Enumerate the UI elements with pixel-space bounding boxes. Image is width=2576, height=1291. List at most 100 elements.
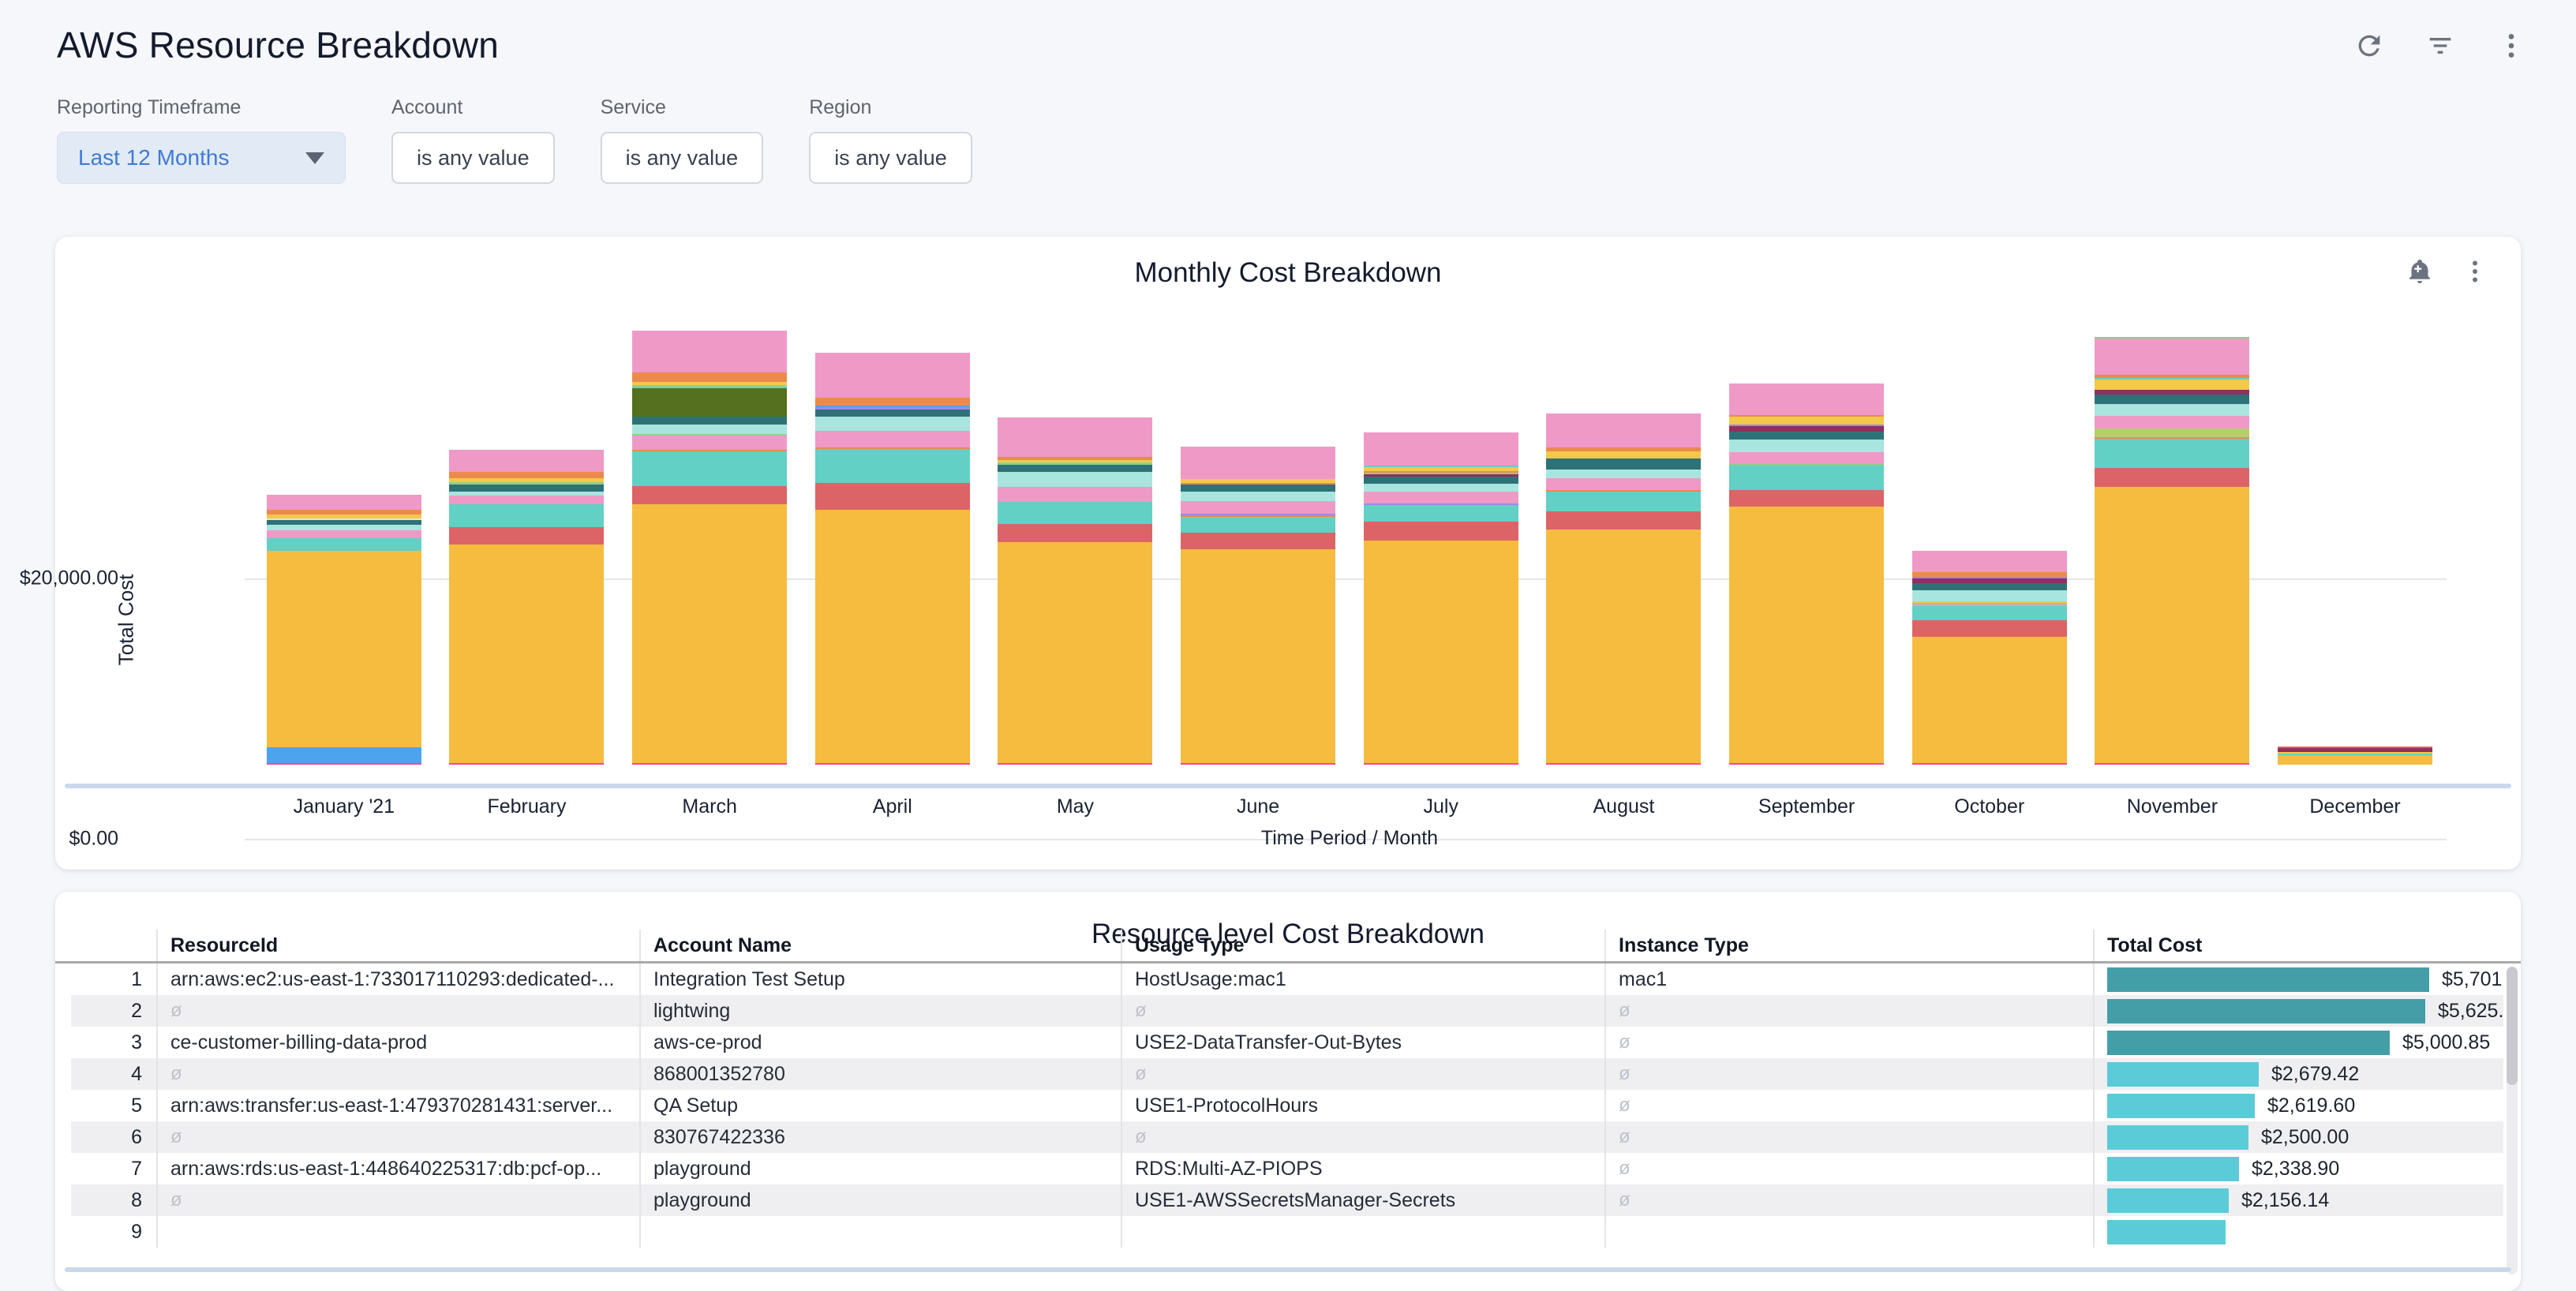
cell-account-name[interactable]: 868001352780	[639, 1058, 1121, 1090]
bar-segment[interactable]	[1729, 452, 1884, 464]
cell-row-number[interactable]: 4	[71, 1058, 156, 1090]
bar-segment[interactable]	[998, 502, 1152, 524]
total-cost-bar[interactable]	[2107, 1031, 2390, 1055]
service-filter-input[interactable]: is any value	[601, 132, 764, 184]
bar-segment[interactable]	[815, 449, 970, 483]
cell-usage-type[interactable]: HostUsage:mac1	[1121, 964, 1604, 995]
cell-instance-type[interactable]: ø	[1604, 1121, 2093, 1153]
cell-usage-type[interactable]: RDS:Multi-AZ-PIOPS	[1121, 1153, 1604, 1184]
bar-segment[interactable]	[1364, 522, 1518, 541]
bar-september[interactable]	[1729, 384, 1884, 765]
table-horizontal-scrollbar[interactable]	[65, 1267, 2511, 1272]
bar-segment[interactable]	[1181, 533, 1335, 549]
bar-segment[interactable]	[998, 487, 1152, 502]
chart-horizontal-scrollbar[interactable]	[65, 784, 2511, 788]
bar-segment[interactable]	[449, 496, 604, 504]
cell-instance-type[interactable]: mac1	[1604, 964, 2093, 995]
bar-segment[interactable]	[815, 353, 970, 398]
bar-segment[interactable]	[1546, 413, 1701, 448]
bar-may[interactable]	[998, 417, 1152, 765]
bar-february[interactable]	[449, 450, 604, 765]
cell-total-cost[interactable]: $5,000.85	[2093, 1027, 2503, 1058]
bar-segment[interactable]	[2095, 428, 2249, 437]
bar-segment[interactable]	[1364, 477, 1518, 484]
bar-segment[interactable]	[632, 436, 787, 450]
bar-segment[interactable]	[1729, 440, 1884, 453]
bar-segment[interactable]	[2095, 763, 2249, 765]
timeframe-select[interactable]: Last 12 Months	[57, 132, 346, 184]
bar-segment[interactable]	[1546, 511, 1701, 529]
cell-resource-id[interactable]: arn:aws:transfer:us-east-1:479370281431:…	[156, 1090, 639, 1121]
total-cost-bar[interactable]	[2107, 1188, 2229, 1213]
bar-segment[interactable]	[449, 544, 604, 763]
bar-segment[interactable]	[1912, 637, 2067, 763]
bar-segment[interactable]	[1912, 590, 2067, 601]
bar-segment[interactable]	[815, 763, 970, 765]
bar-segment[interactable]	[632, 388, 787, 417]
bar-segment[interactable]	[1729, 417, 1884, 425]
cell-usage-type[interactable]: ø	[1121, 1121, 1604, 1153]
cell-account-name[interactable]: playground	[639, 1153, 1121, 1184]
bar-segment[interactable]	[998, 542, 1152, 764]
bar-segment[interactable]	[1364, 505, 1518, 522]
cell-instance-type[interactable]: ø	[1604, 1027, 2093, 1058]
cell-account-name[interactable]	[639, 1216, 1121, 1248]
bar-segment[interactable]	[449, 472, 604, 478]
bar-segment[interactable]	[1546, 458, 1701, 470]
bar-segment[interactable]	[2095, 395, 2249, 404]
bar-april[interactable]	[815, 353, 970, 765]
cell-instance-type[interactable]	[1604, 1216, 2093, 1248]
cell-account-name[interactable]: playground	[639, 1184, 1121, 1216]
bar-segment[interactable]	[1729, 507, 1884, 763]
total-cost-bar[interactable]	[2107, 1220, 2226, 1244]
table-row[interactable]: 9	[71, 1216, 2503, 1248]
cell-resource-id[interactable]: arn:aws:ec2:us-east-1:733017110293:dedic…	[156, 964, 639, 995]
total-cost-bar[interactable]	[2107, 999, 2425, 1023]
bar-segment[interactable]	[1181, 763, 1335, 765]
table-row[interactable]: 8øplaygroundUSE1-AWSSecretsManager-Secre…	[71, 1184, 2503, 1216]
bar-segment[interactable]	[1364, 492, 1518, 503]
cell-account-name[interactable]: 830767422336	[639, 1121, 1121, 1153]
bar-segment[interactable]	[998, 524, 1152, 542]
bar-segment[interactable]	[2095, 404, 2249, 416]
bar-segment[interactable]	[2095, 439, 2249, 469]
cell-resource-id[interactable]: ø	[156, 1058, 639, 1090]
cell-instance-type[interactable]: ø	[1604, 995, 2093, 1027]
total-cost-bar[interactable]	[2107, 967, 2429, 992]
bar-segment[interactable]	[632, 372, 787, 382]
column-header-account-name[interactable]: Account Name	[639, 930, 1121, 961]
bar-segment[interactable]	[1181, 549, 1335, 763]
bar-segment[interactable]	[815, 417, 970, 431]
bar-segment[interactable]	[1729, 490, 1884, 507]
cell-row-number[interactable]: 8	[71, 1184, 156, 1216]
column-header-usage-type[interactable]: Usage Type	[1121, 930, 1604, 961]
bar-segment[interactable]	[1912, 578, 2067, 584]
table-row[interactable]: 5arn:aws:transfer:us-east-1:479370281431…	[71, 1090, 2503, 1121]
bar-segment[interactable]	[1364, 763, 1518, 765]
table-row[interactable]: 7arn:aws:rds:us-east-1:448640225317:db:p…	[71, 1153, 2503, 1184]
bar-segment[interactable]	[998, 465, 1152, 473]
bar-segment[interactable]	[1181, 492, 1335, 502]
cell-account-name[interactable]: lightwing	[639, 995, 1121, 1027]
bar-segment[interactable]	[1729, 432, 1884, 440]
bar-segment[interactable]	[2095, 487, 2249, 763]
total-cost-bar[interactable]	[2107, 1062, 2259, 1087]
bar-segment[interactable]	[1912, 551, 2067, 573]
cell-resource-id[interactable]: ø	[156, 1184, 639, 1216]
bar-segment[interactable]	[449, 450, 604, 472]
cell-row-number[interactable]: 9	[71, 1216, 156, 1248]
total-cost-bar[interactable]	[2107, 1157, 2239, 1181]
bar-segment[interactable]	[632, 331, 787, 372]
bar-segment[interactable]	[449, 763, 604, 765]
bar-july[interactable]	[1364, 432, 1518, 765]
bar-segment[interactable]	[1364, 432, 1518, 466]
cell-resource-id[interactable]: ce-customer-billing-data-prod	[156, 1027, 639, 1058]
cell-row-number[interactable]: 1	[71, 964, 156, 995]
table-row[interactable]: 6ø830767422336øø$2,500.00	[71, 1121, 2503, 1153]
cell-usage-type[interactable]: USE1-AWSSecretsManager-Secrets	[1121, 1184, 1604, 1216]
cell-row-number[interactable]: 3	[71, 1027, 156, 1058]
bar-segment[interactable]	[1912, 583, 2067, 590]
bar-segment[interactable]	[998, 763, 1152, 765]
bar-segment[interactable]	[267, 551, 421, 747]
bar-segment[interactable]	[449, 485, 604, 492]
